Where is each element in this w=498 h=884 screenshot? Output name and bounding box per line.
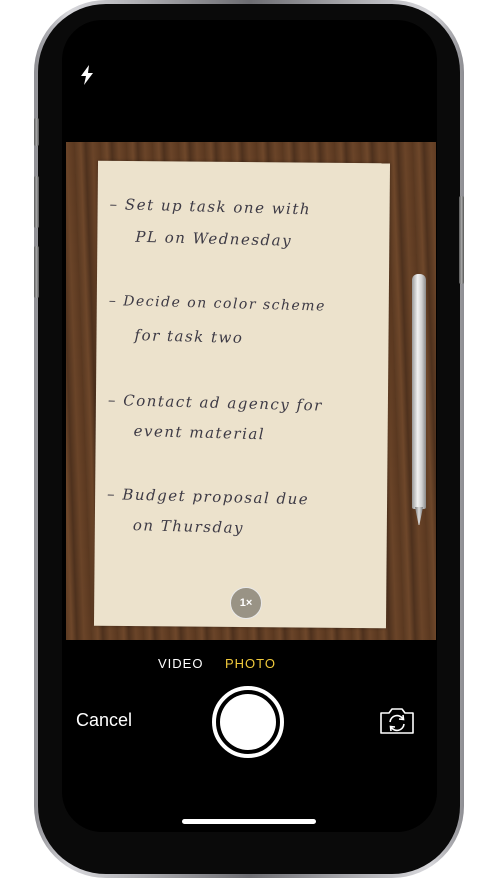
note-line: on Thursday	[132, 516, 245, 537]
pen-tip	[415, 507, 423, 525]
note-line: – Contact ad agency for	[107, 390, 324, 415]
shutter-button[interactable]	[212, 686, 284, 758]
note-line: – Decide on color scheme	[108, 292, 327, 315]
mode-photo[interactable]: PHOTO	[225, 656, 276, 671]
mode-video[interactable]: VIDEO	[158, 656, 203, 671]
mute-switch	[34, 118, 39, 146]
note-line: for task two	[134, 326, 244, 347]
volume-up-button	[34, 176, 39, 228]
note-line: event material	[133, 421, 266, 444]
flip-camera-icon[interactable]	[378, 706, 416, 736]
zoom-button[interactable]: 1×	[230, 587, 262, 619]
home-indicator[interactable]	[182, 819, 316, 824]
note-line: – Set up task one with	[109, 195, 312, 219]
flash-icon[interactable]	[78, 64, 96, 86]
volume-down-button	[34, 246, 39, 298]
handwritten-note: – Set up task one with PL on Wednesday –…	[93, 160, 391, 629]
viewfinder[interactable]: – Set up task one with PL on Wednesday –…	[66, 142, 436, 640]
note-line: PL on Wednesday	[135, 227, 293, 250]
power-button	[459, 196, 464, 284]
pen	[412, 274, 426, 509]
note-line: – Budget proposal due	[106, 485, 310, 509]
camera-screen: – Set up task one with PL on Wednesday –…	[62, 20, 437, 832]
cancel-button[interactable]: Cancel	[76, 710, 132, 731]
